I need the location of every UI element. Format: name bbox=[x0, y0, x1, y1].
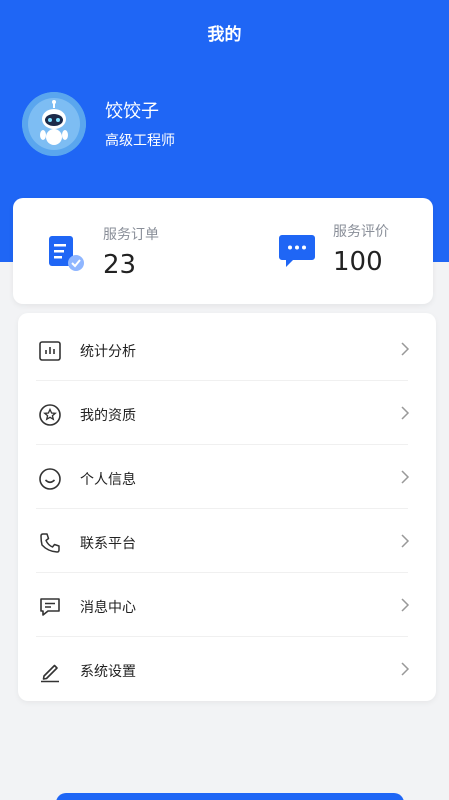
chevron-right-icon bbox=[401, 598, 410, 612]
page-title: 我的 bbox=[207, 25, 242, 45]
stat-service-reviews[interactable]: 服务评价 100 bbox=[223, 198, 433, 304]
menu-item-label: 统计分析 bbox=[80, 344, 136, 360]
star-circle-icon bbox=[39, 404, 61, 426]
chevron-right-icon bbox=[401, 534, 410, 548]
menu-item-personal-info[interactable]: 个人信息 bbox=[18, 445, 436, 509]
menu-item-statistics[interactable]: 统计分析 bbox=[18, 317, 436, 381]
phone-icon bbox=[40, 533, 60, 553]
menu-item-label: 我的资质 bbox=[80, 408, 136, 424]
stat-label: 服务评价 bbox=[333, 224, 389, 240]
menu-item-system-settings[interactable]: 系统设置 bbox=[18, 637, 436, 701]
stat-service-orders[interactable]: 服务订单 23 bbox=[13, 198, 223, 304]
avatar[interactable] bbox=[22, 92, 86, 156]
stats-card: 服务订单 23 服务评价 100 bbox=[13, 198, 433, 304]
user-name: 饺饺子 bbox=[105, 101, 159, 122]
order-document-icon bbox=[49, 236, 84, 271]
message-icon bbox=[40, 598, 60, 616]
stat-label: 服务订单 bbox=[103, 227, 159, 243]
menu-item-label: 系统设置 bbox=[80, 664, 136, 680]
menu-item-label: 消息中心 bbox=[80, 600, 136, 616]
bottom-action-button[interactable] bbox=[56, 793, 404, 800]
user-title: 高级工程师 bbox=[105, 133, 175, 149]
stat-value: 100 bbox=[333, 247, 383, 277]
smile-face-icon bbox=[39, 468, 61, 490]
chevron-right-icon bbox=[401, 470, 410, 484]
pen-icon bbox=[41, 664, 59, 683]
profile-page: 我的 饺饺子 高级工程师 服务订单 23 服务评价 100 统计分析 我的资质 … bbox=[0, 0, 449, 800]
chat-bubble-icon bbox=[279, 235, 315, 267]
chevron-right-icon bbox=[401, 342, 410, 356]
menu-item-contact-platform[interactable]: 联系平台 bbox=[18, 509, 436, 573]
chevron-right-icon bbox=[401, 406, 410, 420]
menu-item-label: 联系平台 bbox=[80, 536, 136, 552]
menu-card: 统计分析 我的资质 个人信息 联系平台 消息中心 系统设置 bbox=[18, 313, 436, 701]
menu-item-message-center[interactable]: 消息中心 bbox=[18, 573, 436, 637]
stat-value: 23 bbox=[103, 250, 137, 280]
bar-chart-icon bbox=[39, 341, 61, 361]
menu-item-qualification[interactable]: 我的资质 bbox=[18, 381, 436, 445]
chevron-right-icon bbox=[401, 662, 410, 676]
menu-item-label: 个人信息 bbox=[80, 472, 136, 488]
robot-avatar-icon bbox=[22, 92, 86, 156]
